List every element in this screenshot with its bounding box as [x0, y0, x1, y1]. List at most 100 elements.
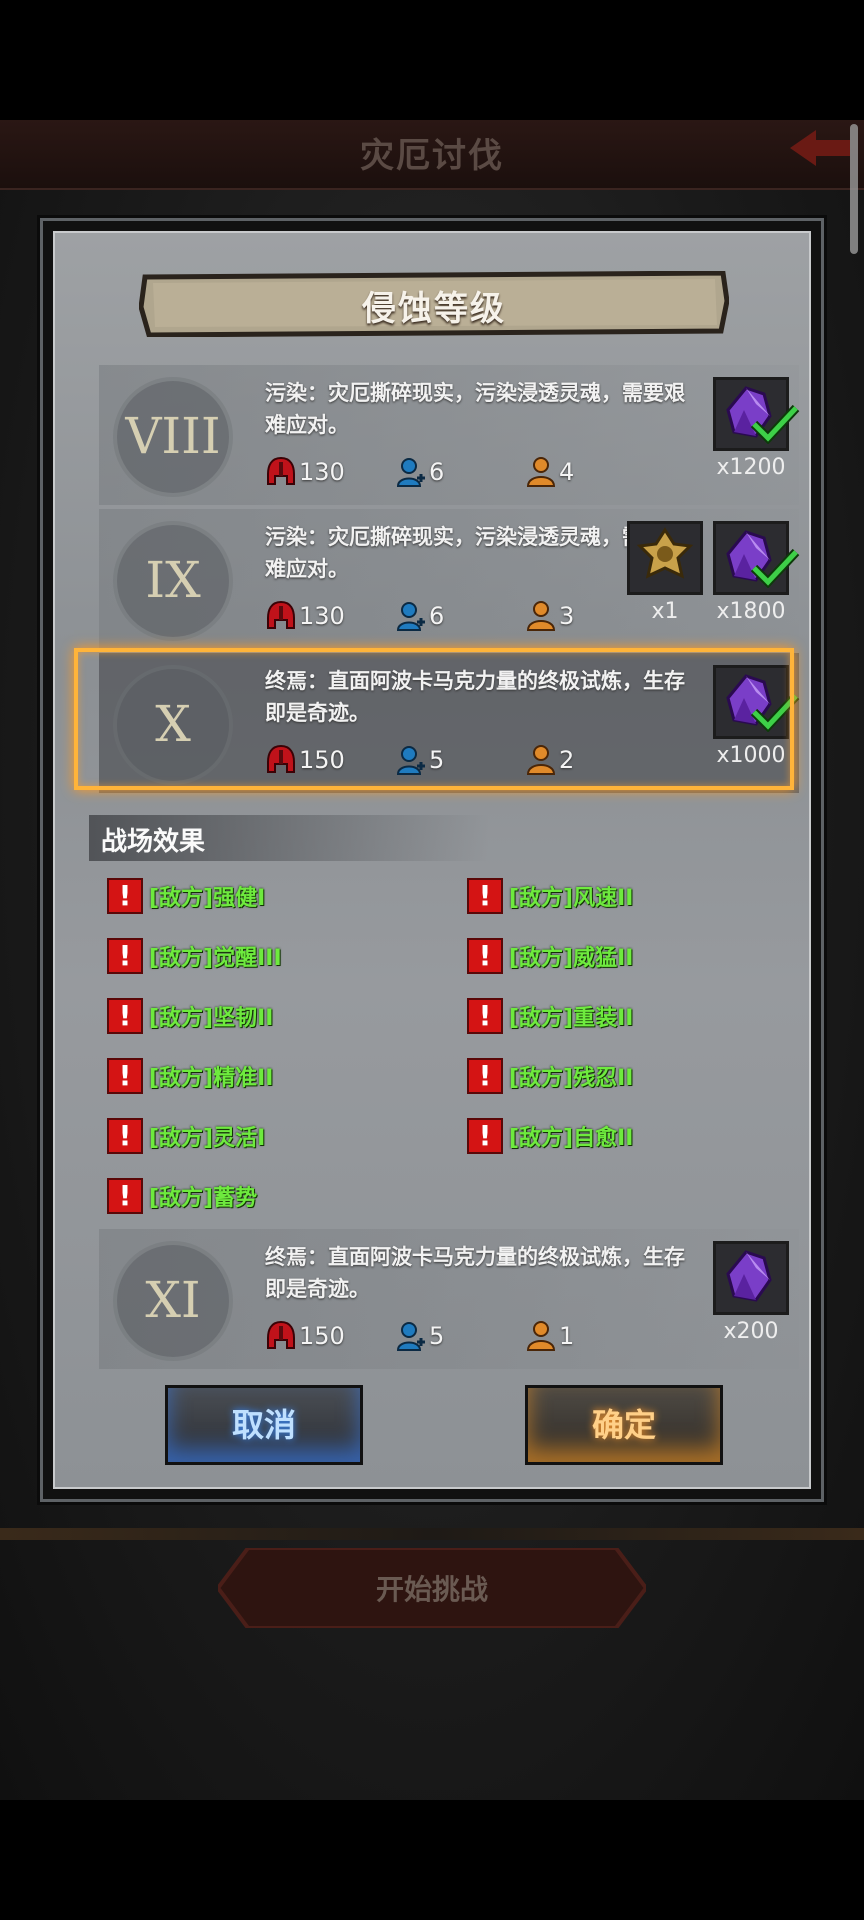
players-stat: 6 [395, 455, 444, 489]
effect-item: ! [敌方]残忍II [467, 1057, 633, 1095]
level-row-ix[interactable]: IX 污染：灾厄撕碎现实，污染浸透灵魂，需要艰难应对。 130 6 3 x1 x… [99, 509, 800, 649]
effect-label: [敌方]灵活I [149, 1126, 266, 1151]
reward-icon-frame [713, 377, 800, 451]
reward-item[interactable]: x1200 [713, 377, 800, 480]
reward-count: x1 [651, 599, 679, 624]
effect-item: ! [敌方]蓄势 [107, 1177, 257, 1215]
reward-count: x200 [723, 1319, 779, 1344]
players-stat: 6 [395, 599, 444, 633]
level-description: 终焉：直面阿波卡马克力量的终极试炼，生存即是奇迹。 [265, 1245, 685, 1301]
player-icon [396, 602, 425, 631]
threat-stat: 150 [265, 1319, 345, 1353]
back-arrow-icon[interactable] [790, 128, 850, 168]
effects-title: 战场效果 [101, 827, 206, 857]
threat-value: 130 [299, 602, 345, 630]
level-numeral: IX [145, 551, 201, 609]
level-numeral-badge: VIII [117, 381, 229, 493]
effect-label: [敌方]觉醒III [149, 946, 282, 971]
effect-item: ! [敌方]风速II [467, 877, 633, 915]
effect-label: [敌方]重装II [509, 1006, 634, 1031]
warning-icon: ! [467, 1118, 503, 1154]
cancel-button-label: 取消 [231, 1406, 296, 1444]
players-stat: 5 [395, 1319, 444, 1353]
warning-icon: ! [467, 1058, 503, 1094]
revives-value: 3 [559, 602, 575, 630]
level-description: 污染：灾厄撕碎现实，污染浸透灵魂，需要艰难应对。 [265, 525, 685, 581]
scrollbar[interactable] [850, 124, 858, 254]
reward-item[interactable]: x1 [627, 521, 703, 624]
level-row-xi[interactable]: XI 终焉：直面阿波卡马克力量的终极试炼，生存即是奇迹。 150 5 1 x20… [99, 1229, 799, 1369]
revives-value: 1 [559, 1322, 575, 1350]
effect-item: ! [敌方]精准II [107, 1057, 273, 1095]
effect-item: ! [敌方]威猛II [467, 937, 633, 975]
helmet-icon [267, 1320, 295, 1349]
claimed-check-icon [750, 404, 800, 444]
warning-icon: ! [107, 1058, 143, 1094]
dialog-body: 侵蚀等级 VIII 污染：灾厄撕碎现实，污染浸透灵魂，需要艰难应对。 130 6… [53, 231, 811, 1489]
helmet-icon [267, 456, 295, 485]
effect-item: ! [敌方]灵活I [107, 1117, 265, 1155]
effect-item: ! [敌方]坚韧II [107, 997, 273, 1035]
warning-icon: ! [107, 1178, 143, 1214]
divider [0, 1528, 864, 1540]
claimed-check-icon [750, 548, 800, 588]
confirm-button[interactable]: 确定 [525, 1385, 723, 1465]
effect-label: [敌方]威猛II [509, 946, 634, 971]
revive-icon [526, 457, 556, 487]
players-value: 6 [429, 458, 445, 486]
warning-icon: ! [107, 938, 143, 974]
reward-count: x1800 [716, 599, 786, 624]
confirm-button-label: 确定 [591, 1406, 656, 1444]
cancel-button[interactable]: 取消 [165, 1385, 363, 1465]
effect-label: [敌方]强健I [149, 886, 266, 911]
threat-stat: 130 [265, 455, 345, 489]
selected-level-highlight [74, 648, 794, 790]
revive-icon [526, 1321, 556, 1351]
threat-stat: 130 [265, 599, 345, 633]
warning-icon: ! [467, 878, 503, 914]
helmet-icon [267, 600, 295, 629]
dialog-title: 侵蚀等级 [362, 289, 506, 329]
revives-stat: 3 [525, 599, 574, 633]
threat-value: 130 [299, 458, 345, 486]
reward-item[interactable]: x200 [713, 1241, 789, 1344]
threat-value: 150 [299, 1322, 345, 1350]
player-icon [396, 458, 425, 487]
effect-label: [敌方]蓄势 [149, 1186, 258, 1211]
reward-icon-frame [713, 521, 800, 595]
effect-item: ! [敌方]觉醒III [107, 937, 282, 975]
purple-crystal-icon [726, 1250, 772, 1302]
players-value: 6 [429, 602, 445, 630]
level-numeral: VIII [125, 407, 221, 465]
revives-stat: 1 [525, 1319, 574, 1353]
effect-item: ! [敌方]自愈II [467, 1117, 633, 1155]
warning-icon: ! [107, 998, 143, 1034]
player-icon [396, 1322, 425, 1351]
revives-value: 4 [559, 458, 575, 486]
level-numeral: XI [145, 1271, 201, 1329]
gold-emblem-icon [636, 527, 694, 579]
reward-icon-frame [627, 521, 703, 595]
level-description: 污染：灾厄撕碎现实，污染浸透灵魂，需要艰难应对。 [265, 381, 685, 437]
warning-icon: ! [107, 878, 143, 914]
reward-icon-frame [713, 1241, 789, 1315]
level-row-viii[interactable]: VIII 污染：灾厄撕碎现实，污染浸透灵魂，需要艰难应对。 130 6 4 x1… [99, 365, 800, 505]
bottom-area [0, 1800, 864, 1920]
revive-icon [526, 601, 556, 631]
revives-stat: 4 [525, 455, 574, 489]
effect-item: ! [敌方]强健I [107, 877, 265, 915]
effect-label: [敌方]风速II [509, 886, 634, 911]
players-value: 5 [429, 1322, 445, 1350]
effect-label: [敌方]残忍II [509, 1066, 634, 1091]
start-challenge-label: 开始挑战 [375, 1573, 488, 1606]
effect-item: ! [敌方]重装II [467, 997, 633, 1035]
level-numeral-badge: XI [117, 1245, 229, 1357]
level-numeral-badge: IX [117, 525, 229, 637]
effect-label: [敌方]自愈II [509, 1126, 634, 1151]
page-title: 灾厄讨伐 [360, 136, 504, 176]
reward-count: x1200 [716, 455, 786, 480]
warning-icon: ! [107, 1118, 143, 1154]
warning-icon: ! [467, 938, 503, 974]
corruption-level-dialog: 侵蚀等级 VIII 污染：灾厄撕碎现实，污染浸透灵魂，需要艰难应对。 130 6… [40, 218, 824, 1502]
reward-item[interactable]: x1800 [713, 521, 800, 624]
